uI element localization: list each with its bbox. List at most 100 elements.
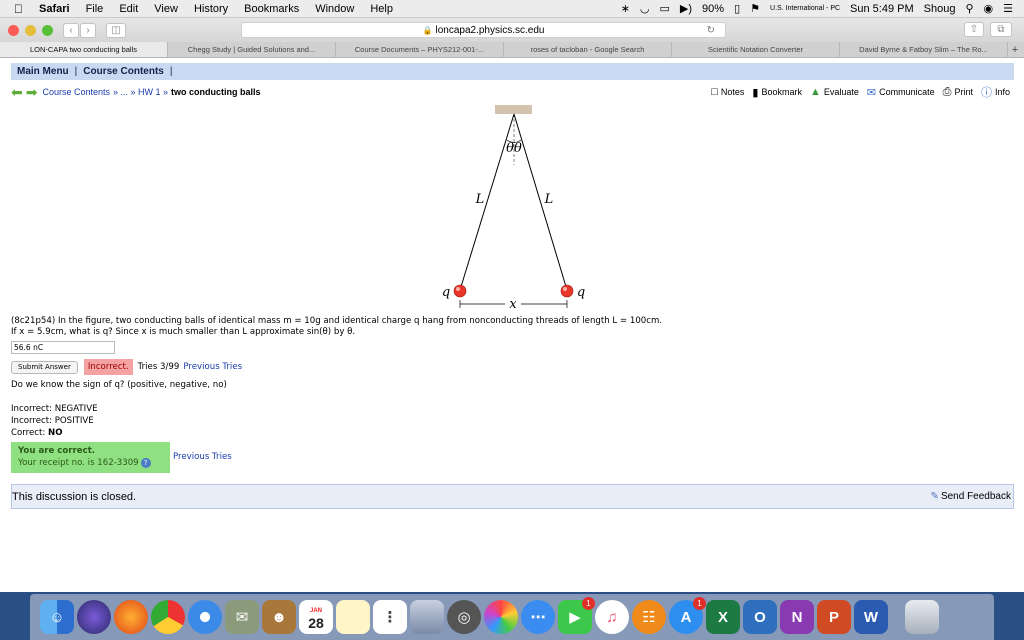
back-button[interactable]: ‹ <box>63 22 79 38</box>
excel-icon[interactable]: X <box>706 600 740 634</box>
facetime-icon[interactable]: ▶ 1 <box>558 597 595 634</box>
tab-chegg[interactable]: Chegg Study | Guided Solutions and... <box>168 42 336 57</box>
communicate-tool[interactable]: ✉ Communicate <box>867 86 935 99</box>
submit-answer-button[interactable]: Submit Answer <box>11 360 78 374</box>
mail-stamp-icon[interactable]: ✉ <box>225 600 259 634</box>
trash-icon[interactable] <box>905 600 939 634</box>
main-menu-link[interactable]: Main Menu <box>17 66 69 77</box>
app-store-icon[interactable]: A1 <box>669 597 706 634</box>
contacts-icon[interactable]: ☻ <box>262 600 296 634</box>
discussion-closed-text: This discussion is closed. <box>12 490 137 503</box>
left-length-label: L <box>475 192 485 207</box>
notes-app-icon[interactable] <box>336 600 370 634</box>
airplay-icon[interactable]: ▭ <box>655 2 675 15</box>
info-tool[interactable]: ⓘ Info <box>981 84 1010 100</box>
calendar-icon[interactable]: JAN 28 <box>299 600 333 634</box>
right-thread <box>513 113 568 291</box>
onenote-icon[interactable]: N <box>780 600 814 634</box>
bookmark-icon: ▮ <box>752 86 759 99</box>
notification-center-icon[interactable]: ☰ <box>998 2 1018 15</box>
left-charge-label: q <box>442 285 450 300</box>
outlook-icon[interactable]: O <box>743 600 777 634</box>
tab-music[interactable]: David Byrne & Fatboy Slim – The Ro... <box>840 42 1008 57</box>
arrow-right-icon[interactable]: ➡ <box>26 84 38 101</box>
send-feedback-link[interactable]: ✎ Send Feedback <box>931 491 1011 502</box>
problem-statement-line2: If x = 5.9cm, what is q? Since x is much… <box>11 327 356 337</box>
arrow-left-icon[interactable]: ⬅ <box>11 84 23 101</box>
main-menu-bar: Main Menu | Course Contents | <box>11 63 1014 80</box>
history-incorrect-2: Incorrect: POSITIVE <box>11 416 94 426</box>
bookmark-tool[interactable]: ▮ Bookmark <box>752 86 802 99</box>
siri-icon[interactable]: ◉ <box>979 2 999 15</box>
menu-app[interactable]: Safari <box>31 3 78 15</box>
breadcrumb-course-contents[interactable]: Course Contents <box>42 87 110 97</box>
address-bar[interactable]: 🔒 loncapa2.physics.sc.edu ↻ <box>241 22 726 38</box>
menu-view[interactable]: View <box>146 3 186 15</box>
reload-icon[interactable]: ↻ <box>707 25 715 36</box>
tabs-icon: ⧉ <box>997 24 1005 35</box>
user-name[interactable]: Shoug <box>919 3 961 15</box>
photo-booth-icon[interactable] <box>410 600 444 634</box>
forward-button[interactable]: › <box>80 22 96 38</box>
powerpoint-icon[interactable]: P <box>817 600 851 634</box>
menu-file[interactable]: File <box>78 3 112 15</box>
tabs-overview-button[interactable]: ⧉ <box>990 22 1012 37</box>
chrome-icon[interactable] <box>151 600 185 634</box>
messages-icon[interactable]: ⋯ <box>521 600 555 634</box>
menu-help[interactable]: Help <box>362 3 401 15</box>
input-source[interactable]: U.S. International - PC <box>765 5 845 12</box>
separation-label: x <box>509 297 517 312</box>
incorrect-badge: Incorrect. <box>83 359 133 375</box>
spotlight-icon[interactable]: ⚲ <box>960 2 978 15</box>
battery-icon[interactable]: ▯ <box>729 2 745 15</box>
siri-dock-icon[interactable] <box>77 600 111 634</box>
safari-icon[interactable] <box>188 600 222 634</box>
flag-icon[interactable]: ⚑ <box>745 2 765 15</box>
word-icon[interactable]: W <box>854 600 888 634</box>
page-tools: □ Notes ▮ Bookmark ▲ Evaluate ✉ Communicate … <box>703 84 1010 100</box>
print-tool[interactable]: ⎙ Print <box>943 86 973 99</box>
reminders-icon[interactable]: ⋮ <box>373 600 407 634</box>
evaluate-tool[interactable]: ▲ Evaluate <box>810 86 859 98</box>
share-button[interactable]: ⇧ <box>964 22 984 37</box>
tab-loncapa[interactable]: LON-CAPA two conducting balls <box>0 42 168 57</box>
receipt-text: Your receipt no. is 162-3309 <box>18 458 139 468</box>
volume-icon[interactable]: ▶) <box>675 2 697 15</box>
zoom-window-button[interactable] <box>42 24 53 36</box>
menu-history[interactable]: History <box>186 3 236 15</box>
battery-percent[interactable]: 90% <box>697 3 729 15</box>
apple-icon[interactable]:  <box>0 2 31 16</box>
dvd-player-icon[interactable]: ◎ <box>447 600 481 634</box>
wifi-icon[interactable]: ◡ <box>635 2 655 15</box>
new-tab-button[interactable]: + <box>1008 42 1022 57</box>
sidebar-button[interactable]: ◫ <box>106 22 126 38</box>
photos-icon[interactable] <box>484 600 518 634</box>
menu-bookmarks[interactable]: Bookmarks <box>236 3 307 15</box>
notes-tool[interactable]: □ Notes <box>711 86 744 98</box>
menu-separator: | <box>74 66 78 77</box>
tab-google-search[interactable]: roses of tacloban - Google Search <box>504 42 672 57</box>
tab-course-documents[interactable]: Course Documents – PHYS212-001-... <box>336 42 504 57</box>
previous-tries-link[interactable]: Previous Tries <box>183 362 242 372</box>
url-text: loncapa2.physics.sc.edu <box>435 24 545 36</box>
minimize-window-button[interactable] <box>25 24 36 36</box>
previous-tries-link-2[interactable]: Previous Tries <box>173 452 232 462</box>
answer-input[interactable]: 56.6 nC <box>11 341 115 354</box>
right-charge-label: q <box>577 285 585 300</box>
itunes-icon[interactable]: ♫ <box>595 600 629 634</box>
help-icon[interactable]: ? <box>140 457 151 468</box>
ibooks-icon[interactable]: ☷ <box>632 600 666 634</box>
menu-window[interactable]: Window <box>307 3 362 15</box>
clock[interactable]: Sun 5:49 PM <box>845 3 919 15</box>
finder-icon[interactable]: ☺ <box>40 600 74 634</box>
menu-edit[interactable]: Edit <box>111 3 146 15</box>
firefox-icon[interactable] <box>114 600 148 634</box>
feedback-icon: ✎ <box>930 491 939 502</box>
breadcrumb-path[interactable]: » ... » HW 1 » <box>113 87 168 97</box>
close-window-button[interactable] <box>8 24 19 36</box>
course-contents-link[interactable]: Course Contents <box>83 66 164 77</box>
bluetooth-icon[interactable]: ∗ <box>616 2 635 15</box>
status-area: ∗ ◡ ▭ ▶) 90% ▯ ⚑ U.S. International - PC… <box>616 2 1024 16</box>
print-label: Print <box>954 87 973 97</box>
tab-scientific-notation[interactable]: Scientific Notation Converter <box>672 42 840 57</box>
